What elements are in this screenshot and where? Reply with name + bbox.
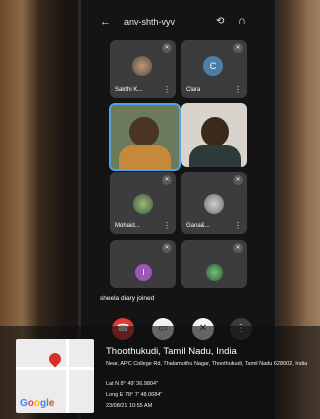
- video-feed-body: [189, 145, 241, 167]
- avatar: [206, 264, 223, 281]
- mic-off-icon: ✕: [162, 243, 172, 253]
- avatar: [204, 194, 224, 214]
- video-feed-body: [119, 145, 171, 169]
- participant-name: Gana&...: [186, 223, 210, 229]
- meeting-code: anv-shth-vyv: [124, 17, 176, 27]
- more-icon[interactable]: ⋮: [163, 85, 171, 94]
- avatar: C: [203, 56, 223, 76]
- participant-tile[interactable]: ✕ Mohaid... ⋮: [110, 172, 176, 234]
- video-feed: [129, 117, 159, 147]
- mic-off-icon: ✕: [162, 43, 172, 53]
- more-icon[interactable]: ⋮: [234, 85, 242, 94]
- location-title: Thoothukudi, Tamil Nadu, India: [106, 346, 237, 357]
- participant-tile[interactable]: ✕ Sakthi K... ⋮: [110, 40, 176, 98]
- avatar: [132, 56, 152, 76]
- more-icon[interactable]: ⋮: [163, 221, 171, 230]
- map-thumbnail: Google: [16, 339, 94, 413]
- location-lat: Lat N 8° 49' 36.9804": [106, 381, 158, 387]
- location-datetime: 23/08/21 10:55 AM: [106, 403, 153, 409]
- more-icon[interactable]: ⋮: [234, 221, 242, 230]
- mic-off-icon: ✕: [233, 43, 243, 53]
- join-notification: sheela diary joined: [100, 295, 155, 302]
- participant-tile[interactable]: ✕ C Clara ⋮: [181, 40, 247, 98]
- map-logo: Google: [20, 398, 55, 409]
- camera-switch-icon[interactable]: ⟲: [216, 16, 224, 27]
- participant-name: Mohaid...: [115, 223, 140, 229]
- avatar: I: [135, 264, 152, 281]
- call-top-bar: ← anv-shth-vyv ⟲ ∩: [88, 14, 264, 32]
- video-feed: [201, 117, 229, 147]
- participant-video-tile[interactable]: [109, 103, 181, 171]
- mic-off-icon: ✕: [233, 243, 243, 253]
- participant-tile[interactable]: ✕ I: [110, 240, 176, 288]
- participant-video-tile[interactable]: [181, 103, 247, 167]
- arrow-left-icon[interactable]: ←: [100, 16, 111, 28]
- location-long: Long E 78° 7' 48.0684": [106, 392, 163, 398]
- mic-off-icon: ✕: [162, 175, 172, 185]
- map-road: [66, 339, 69, 413]
- location-address: Near, APC College Rd, Thalamuthu Nagar, …: [106, 361, 308, 367]
- map-pin-icon: [46, 350, 64, 368]
- avatar: [133, 194, 153, 214]
- participant-tile[interactable]: ✕: [181, 240, 247, 288]
- headphones-icon[interactable]: ∩: [238, 15, 246, 27]
- participant-tile[interactable]: ✕ Gana&... ⋮: [181, 172, 247, 234]
- mic-off-icon: ✕: [233, 175, 243, 185]
- participant-name: Sakthi K...: [115, 87, 143, 93]
- participant-name: Clara: [186, 87, 201, 93]
